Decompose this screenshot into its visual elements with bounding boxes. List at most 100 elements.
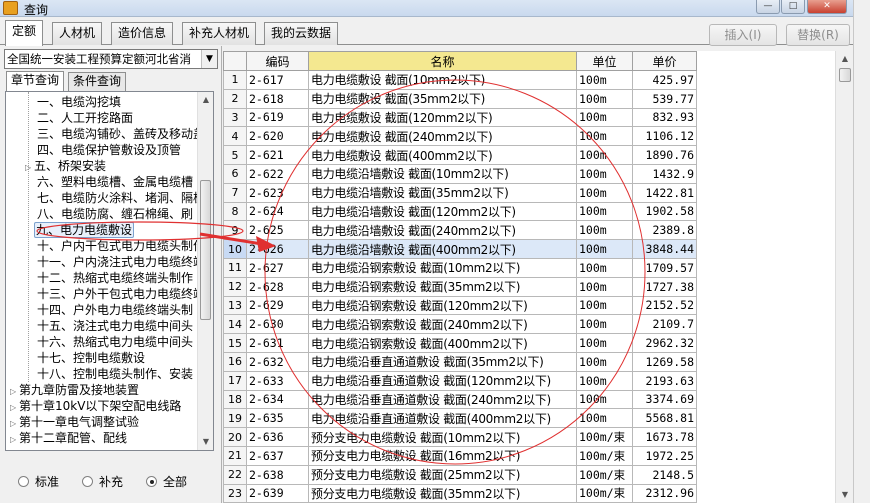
tree-node[interactable]: 一、电缆沟挖填 <box>37 94 121 110</box>
table-row[interactable]: 16 2-632 电力电缆沿垂直通道敷设 截面(35mm2以下) 100m 1269.5… <box>223 351 697 372</box>
row-price: 1902.58 <box>632 201 697 222</box>
scroll-down-icon[interactable]: ▼ <box>837 487 853 503</box>
tree-node[interactable]: 十六、热缩式电力电缆中间头 <box>37 334 193 350</box>
tree-node[interactable]: 十五、浇注式电力电缆中间头 <box>37 318 193 334</box>
tree-node[interactable]: ▷ 第九章防雷及接地装置 <box>10 382 139 398</box>
quota-library-select[interactable]: 全国统一安装工程预算定额河北省消 ▼ <box>4 49 218 69</box>
close-icon[interactable]: ✕ <box>807 0 847 14</box>
tab-condition-query[interactable]: 条件查询 <box>68 72 127 91</box>
grid-scrollbar[interactable]: ▲ ▼ <box>835 51 853 503</box>
tab-my-cloud-data[interactable]: 我的云数据 <box>264 22 339 45</box>
row-unit: 100m <box>576 314 633 335</box>
tree-node[interactable]: ▷ 五、桥架安装 <box>25 158 106 174</box>
radio-supplement[interactable]: 补充 <box>82 473 123 490</box>
tree-node[interactable]: ▷ 第十二章配管、配线 <box>10 430 127 446</box>
row-index: 6 <box>223 163 247 184</box>
row-index: 16 <box>223 351 247 372</box>
row-price: 1972.25 <box>632 445 697 466</box>
row-index: 15 <box>223 333 247 353</box>
row-code: 2-637 <box>246 445 309 466</box>
tree-node[interactable]: 二、人工开挖路面 <box>37 110 133 126</box>
replace-button[interactable]: 替换(R) <box>786 24 850 46</box>
table-row[interactable]: 7 2-623 电力电缆沿墙敷设 截面(35mm2以下) 100m 1422.81 <box>223 182 697 203</box>
table-row[interactable]: 18 2-634 电力电缆沿垂直通道敷设 截面(240mm2以下) 100m 3374.… <box>223 389 697 410</box>
quota-grid[interactable]: 编码 名称 单位 单价 1 2-617 电力电缆敷设 截面(10mm2以下) 100m… <box>223 51 835 503</box>
tree-node[interactable]: 十一、户内浇注式电力电缆终端 <box>37 254 205 270</box>
table-row[interactable]: 5 2-621 电力电缆敷设 截面(400mm2以下) 100m 1890.76 <box>223 145 697 165</box>
row-price: 1432.9 <box>632 163 697 184</box>
table-row[interactable]: 23 2-639 预分支电力电缆敷设 截面(35mm2以下) 100m/束 2312.9… <box>223 483 697 503</box>
row-code: 2-617 <box>246 70 309 90</box>
tree-node[interactable]: 十、户内干包式电力电缆头制作 <box>37 238 205 254</box>
col-code-header[interactable]: 编码 <box>246 51 309 71</box>
col-unit-header[interactable]: 单位 <box>576 51 633 71</box>
insert-button[interactable]: 插入(I) <box>709 24 777 46</box>
table-row[interactable]: 17 2-633 电力电缆沿垂直通道敷设 截面(120mm2以下) 100m 2193.… <box>223 370 697 391</box>
row-name: 预分支电力电缆敷设 截面(16mm2以下) <box>308 445 577 466</box>
tree-scrollbar[interactable]: ▲ ▼ <box>197 92 213 450</box>
scroll-thumb[interactable] <box>200 180 211 320</box>
expand-icon[interactable]: ▷ <box>25 160 34 176</box>
chapter-tree[interactable]: 一、电缆沟挖填 二、人工开挖路面 三、电缆沟铺砂、盖砖及移动盖 四、电缆保护管敷… <box>5 91 214 451</box>
tree-node[interactable]: 十八、控制电缆头制作、安装 <box>37 366 193 382</box>
table-row[interactable]: 19 2-635 电力电缆沿垂直通道敷设 截面(400mm2以下) 100m 5568.… <box>223 408 697 429</box>
row-unit: 100m <box>576 70 633 90</box>
row-name: 电力电缆敷设 截面(240mm2以下) <box>308 126 577 147</box>
row-unit: 100m <box>576 351 633 372</box>
tree-node[interactable]: 四、电缆保护管敷设及顶管 <box>37 142 181 158</box>
row-unit: 100m/束 <box>576 445 633 466</box>
tree-node[interactable]: 八、电缆防腐、缠石棉绳、刷 <box>37 206 193 222</box>
table-row[interactable]: 13 2-629 电力电缆沿钢索敷设 截面(120mm2以下) 100m 2152.52 <box>223 295 697 316</box>
col-price-header[interactable]: 单价 <box>632 51 697 71</box>
tree-node[interactable]: 十二、热缩式电缆终端头制作 <box>37 270 193 286</box>
row-price: 1709.57 <box>632 257 697 278</box>
minimize-icon[interactable]: — <box>756 0 780 14</box>
table-row[interactable]: 22 2-638 预分支电力电缆敷设 截面(25mm2以下) 100m/束 2148.5 <box>223 464 697 485</box>
radio-all[interactable]: 全部 <box>146 473 187 490</box>
tab-chapter-query[interactable]: 章节查询 <box>6 71 65 92</box>
tree-node[interactable]: 三、电缆沟铺砂、盖砖及移动盖 <box>37 126 205 142</box>
tree-node[interactable]: 十四、户外电力电缆终端头制 <box>37 302 193 318</box>
col-name-header[interactable]: 名称 <box>308 51 577 71</box>
tree-node[interactable]: ▷ 第十一章电气调整试验 <box>10 414 139 430</box>
tab-quota[interactable]: 定额 <box>5 20 44 46</box>
table-row[interactable]: 11 2-627 电力电缆沿钢索敷设 截面(10mm2以下) 100m 1709.57 <box>223 257 697 278</box>
table-row[interactable]: 20 2-636 预分支电力电缆敷设 截面(10mm2以下) 100m/束 1673.7… <box>223 427 697 447</box>
tree-node[interactable]: 七、电缆防火涂料、堵洞、隔板 <box>37 190 205 206</box>
table-row[interactable]: 14 2-630 电力电缆沿钢索敷设 截面(240mm2以下) 100m 2109.7 <box>223 314 697 335</box>
tab-labor-material-machine[interactable]: 人材机 <box>52 22 103 45</box>
table-row[interactable]: 3 2-619 电力电缆敷设 截面(120mm2以下) 100m 832.93 <box>223 107 697 128</box>
tree-node-selected[interactable]: 九、电力电缆敷设 <box>34 222 135 238</box>
table-row[interactable]: 1 2-617 电力电缆敷设 截面(10mm2以下) 100m 425.97 <box>223 70 697 90</box>
tree-node[interactable]: ▷ 第十章10kV以下架空配电线路 <box>10 398 181 414</box>
table-row[interactable]: 8 2-624 电力电缆沿墙敷设 截面(120mm2以下) 100m 1902.58 <box>223 201 697 222</box>
row-price: 3848.44 <box>632 239 697 259</box>
row-code: 2-629 <box>246 295 309 316</box>
chevron-down-icon[interactable]: ▼ <box>201 50 217 68</box>
app-icon <box>3 1 18 15</box>
table-row[interactable]: 9 2-625 电力电缆沿墙敷设 截面(240mm2以下) 100m 2389.8 <box>223 220 697 241</box>
row-name: 电力电缆沿垂直通道敷设 截面(400mm2以下) <box>308 408 577 429</box>
scroll-thumb[interactable] <box>839 68 851 82</box>
radio-standard[interactable]: 标准 <box>18 473 59 490</box>
row-price: 832.93 <box>632 107 697 128</box>
tree-node[interactable]: 十三、户外干包式电力电缆终端 <box>37 286 205 302</box>
table-row[interactable]: 2 2-618 电力电缆敷设 截面(35mm2以下) 100m 539.77 <box>223 88 697 109</box>
table-row[interactable]: 12 2-628 电力电缆沿钢索敷设 截面(35mm2以下) 100m 1727.38 <box>223 276 697 297</box>
tab-cost-info[interactable]: 造价信息 <box>111 22 174 45</box>
table-row[interactable]: 21 2-637 预分支电力电缆敷设 截面(16mm2以下) 100m/束 1972.2… <box>223 445 697 466</box>
maximize-icon[interactable]: □ <box>781 0 805 14</box>
row-index: 4 <box>223 126 247 147</box>
scroll-up-icon[interactable]: ▲ <box>198 92 213 108</box>
tab-supplement-lmm[interactable]: 补充人材机 <box>182 22 257 45</box>
table-row[interactable]: 10 2-626 电力电缆沿墙敷设 截面(400mm2以下) 100m 3848.44 <box>223 239 697 259</box>
scroll-up-icon[interactable]: ▲ <box>837 51 853 67</box>
tree-node[interactable]: 六、塑料电缆槽、金属电缆槽 <box>37 174 193 190</box>
table-row[interactable]: 6 2-622 电力电缆沿墙敷设 截面(10mm2以下) 100m 1432.9 <box>223 163 697 184</box>
table-row[interactable]: 15 2-631 电力电缆沿钢索敷设 截面(400mm2以下) 100m 2962.32 <box>223 333 697 353</box>
expand-icon[interactable]: ▷ <box>10 432 19 448</box>
scroll-down-icon[interactable]: ▼ <box>198 434 213 450</box>
table-row[interactable]: 4 2-620 电力电缆敷设 截面(240mm2以下) 100m 1106.12 <box>223 126 697 147</box>
row-name: 电力电缆沿钢索敷设 截面(400mm2以下) <box>308 333 577 353</box>
tree-node[interactable]: 十七、控制电缆敷设 <box>37 350 145 366</box>
